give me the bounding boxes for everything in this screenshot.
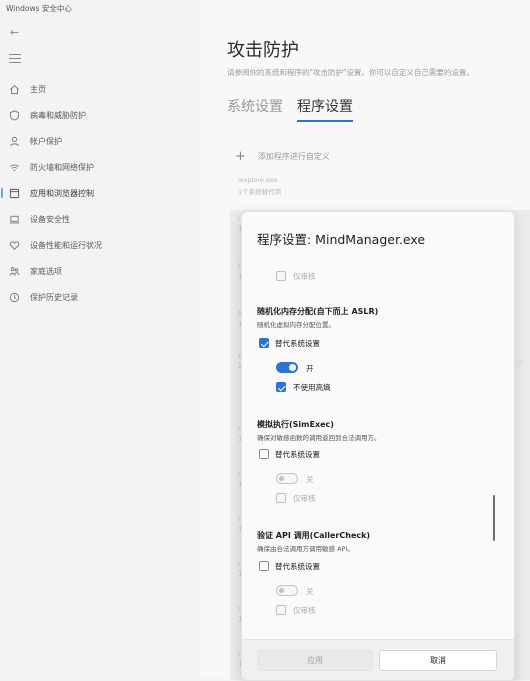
no-high-entropy-label: 不使用高熵 — [293, 383, 331, 392]
wifi-icon — [8, 161, 20, 173]
sidebar-item-label: 保护历史记录 — [30, 292, 78, 302]
tab-system-settings[interactable]: 系统设置 — [227, 96, 283, 122]
app-title: Windows 安全中心 — [6, 4, 72, 13]
sidebar-item-virus-protection[interactable]: 病毒和威胁防护 — [0, 102, 200, 128]
section-title-callercheck: 验证 API 调用(CallerCheck) — [257, 531, 371, 540]
no-high-entropy-checkbox[interactable] — [276, 382, 286, 392]
sidebar-item-label: 病毒和威胁防护 — [30, 110, 86, 120]
laptop-icon — [8, 213, 20, 225]
audit-only-label-simexec: 仅审核 — [293, 494, 316, 503]
override-checkbox-callercheck[interactable] — [259, 561, 269, 571]
audit-only-label-callercheck: 仅审核 — [293, 606, 316, 615]
program-settings-dialog: 程序设置: MindManager.exe 仅审核 随机化内存分配(自下而上 A… — [241, 211, 515, 681]
person-icon — [8, 135, 20, 147]
section-title-simexec: 模拟执行(SimExec) — [257, 420, 334, 429]
sidebar-item-label: 设备安全性 — [30, 214, 70, 224]
hamburger-menu-icon[interactable] — [9, 54, 21, 64]
add-program-label: 添加程序进行自定义 — [257, 152, 330, 161]
toggle-switch-simexec[interactable] — [276, 473, 298, 484]
sidebar-item-firewall[interactable]: 防火墙和网络保护 — [0, 154, 200, 180]
toggle-label-aslr: 开 — [306, 364, 314, 373]
add-program-button[interactable]: + 添加程序进行自定义 — [235, 148, 330, 164]
sidebar-item-label: 主页 — [30, 84, 46, 94]
heart-icon — [8, 239, 20, 251]
override-label-aslr: 替代系统设置 — [275, 339, 320, 348]
section-desc-callercheck: 确保由合法调用方调用敏感 API。 — [257, 545, 354, 553]
toggle-label-callercheck: 关 — [306, 587, 314, 596]
sidebar-item-family-options[interactable]: 家庭选项 — [0, 258, 200, 284]
app-browser-icon — [8, 187, 20, 199]
sidebar-item-label: 防火墙和网络保护 — [30, 162, 94, 172]
toggle-switch-callercheck[interactable] — [276, 585, 298, 596]
page-title: 攻击防护 — [227, 40, 299, 61]
sidebar-item-account-protection[interactable]: 帐户保护 — [0, 128, 200, 154]
cancel-button[interactable]: 取消 — [379, 650, 497, 671]
program-list-item-subtitle: 1个系统替代项 — [238, 188, 282, 196]
tab-bar: 系统设置 程序设置 — [227, 96, 353, 122]
dialog-scrollbar[interactable] — [493, 495, 495, 541]
section-title-aslr: 随机化内存分配(自下而上 ASLR) — [257, 307, 379, 316]
sidebar-item-app-browser-control[interactable]: 应用和浏览器控制 — [0, 180, 200, 206]
sidebar-item-label: 帐户保护 — [30, 136, 62, 146]
chevron-up-icon: ⌃ — [517, 360, 524, 369]
dialog-title: 程序设置: MindManager.exe — [257, 232, 426, 247]
apply-button[interactable]: 应用 — [257, 650, 373, 671]
audit-only-label: 仅审核 — [293, 272, 316, 281]
sidebar-item-label: 设备性能和运行状况 — [30, 240, 102, 250]
override-checkbox-simexec[interactable] — [259, 449, 269, 459]
page-description: 请参阅你的系统和程序的"攻击防护"设置。你可以自定义自己需要的设置。 — [227, 68, 474, 77]
home-icon — [8, 83, 20, 95]
program-list-item-name[interactable]: iexplore.exe — [238, 176, 278, 184]
history-icon — [8, 291, 20, 303]
back-arrow-icon[interactable]: ← — [10, 27, 22, 39]
family-icon — [8, 265, 20, 277]
override-label-callercheck: 替代系统设置 — [275, 562, 320, 571]
override-checkbox-aslr[interactable] — [259, 338, 269, 348]
toggle-switch-aslr[interactable] — [276, 362, 298, 373]
sidebar-item-label: 应用和浏览器控制 — [30, 188, 94, 198]
sidebar-item-home[interactable]: 主页 — [0, 76, 200, 102]
sidebar-item-protection-history[interactable]: 保护历史记录 — [0, 284, 200, 310]
dialog-footer: 应用 取消 — [242, 639, 514, 680]
audit-only-checkbox-callercheck[interactable] — [276, 605, 286, 615]
override-label-simexec: 替代系统设置 — [275, 450, 320, 459]
shield-icon — [8, 109, 20, 121]
audit-only-checkbox-simexec[interactable] — [276, 493, 286, 503]
sidebar-item-device-performance[interactable]: 设备性能和运行状况 — [0, 232, 200, 258]
audit-only-checkbox[interactable] — [276, 271, 286, 281]
section-desc-simexec: 确保对敏感函数的调用返回到合法调用方。 — [257, 434, 381, 442]
sidebar-nav: 主页 病毒和威胁防护 帐户保护 防火墙和网络保护 应用和浏览器控制 设备安全性 … — [0, 76, 200, 310]
plus-icon: + — [235, 148, 246, 164]
toggle-label-simexec: 关 — [306, 475, 314, 484]
section-desc-aslr: 随机化虚拟内存分配位置。 — [257, 321, 335, 329]
tab-program-settings[interactable]: 程序设置 — [297, 96, 353, 122]
sidebar-item-device-security[interactable]: 设备安全性 — [0, 206, 200, 232]
sidebar-item-label: 家庭选项 — [30, 266, 62, 276]
program-list-fragment: i — [238, 215, 240, 223]
